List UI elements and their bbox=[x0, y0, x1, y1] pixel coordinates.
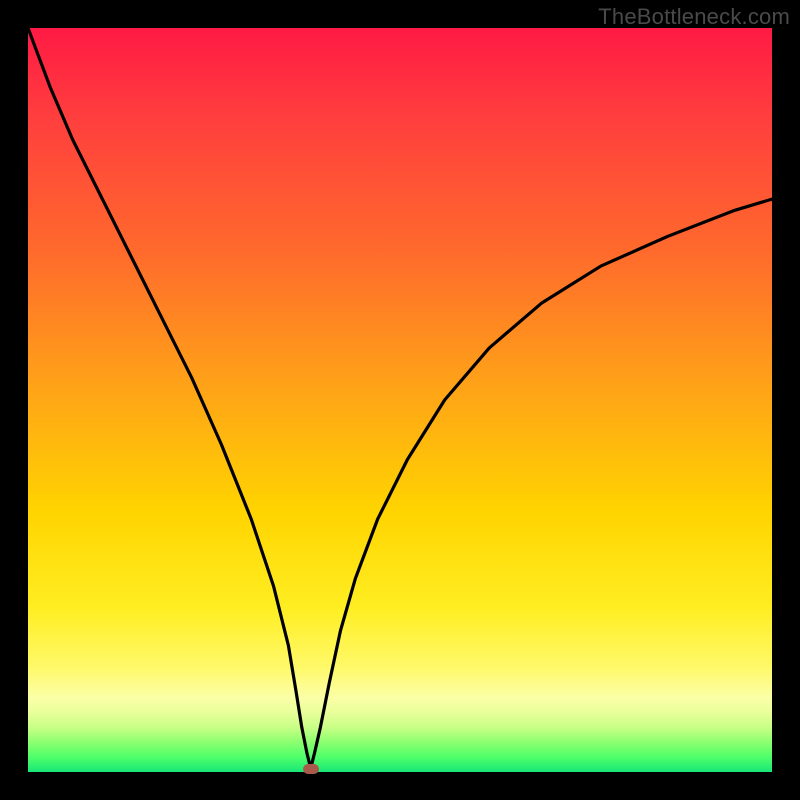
curve-layer bbox=[28, 28, 772, 772]
chart-frame: TheBottleneck.com bbox=[0, 0, 800, 800]
plot-area bbox=[28, 28, 772, 772]
watermark-text: TheBottleneck.com bbox=[598, 4, 790, 30]
min-marker bbox=[303, 764, 319, 774]
curve-path bbox=[28, 28, 772, 768]
